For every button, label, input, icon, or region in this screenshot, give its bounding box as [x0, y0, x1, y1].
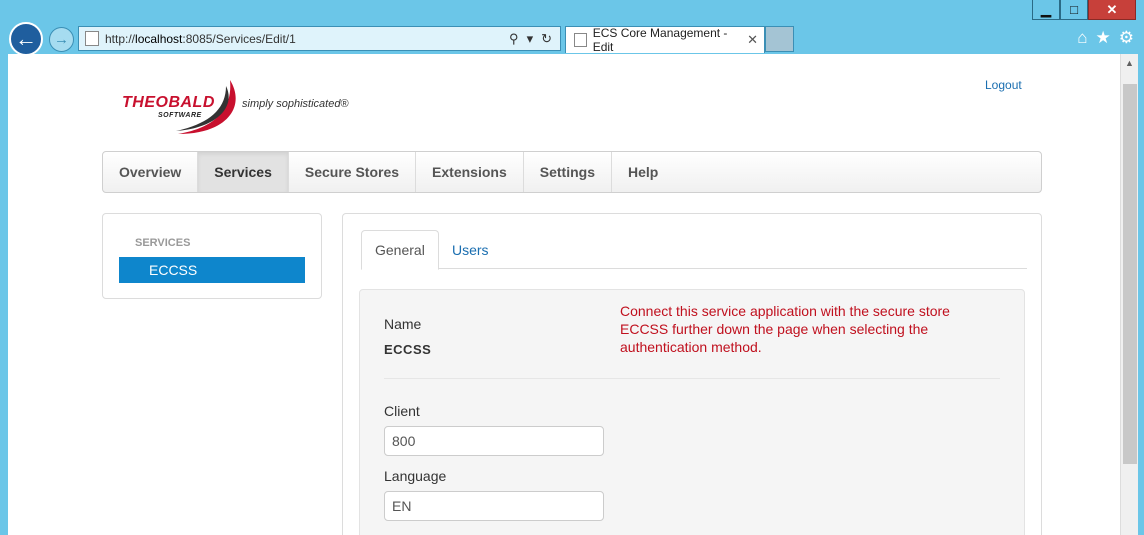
url-host: localhost: [135, 31, 183, 46]
tab-strip: General Users: [361, 230, 1027, 270]
logo-brand-text: THEOBALD: [122, 94, 215, 111]
language-input[interactable]: EN: [384, 491, 604, 521]
language-label: Language: [384, 468, 447, 484]
url-prefix: http://: [105, 31, 136, 46]
browser-chrome: ▁ □ ✕ ← → http://localhost:8085/Services…: [0, 0, 1144, 56]
main-navbar: Overview Services Secure Stores Extensio…: [102, 151, 1042, 193]
form-divider: [384, 378, 1000, 379]
nav-item-services[interactable]: Services: [198, 152, 289, 192]
nav-item-overview[interactable]: Overview: [103, 152, 199, 192]
dropdown-icon[interactable]: ▾: [527, 31, 534, 47]
maximize-button[interactable]: □: [1060, 0, 1088, 20]
sidebar-item-eccss[interactable]: ECCSS: [119, 257, 305, 283]
nav-item-extensions[interactable]: Extensions: [416, 152, 524, 192]
tab-general[interactable]: General: [361, 230, 439, 270]
name-value: ECCSS: [384, 342, 432, 357]
window-controls: ▁ □ ✕: [1032, 0, 1136, 20]
theobald-logo[interactable]: THEOBALD SOFTWARE simply sophisticated®: [118, 76, 378, 138]
general-form: Name ECCSS Connect this service applicat…: [359, 289, 1025, 535]
forward-arrow-icon[interactable]: →: [49, 27, 74, 52]
address-tools: ⚲ ▾ ↻: [509, 31, 552, 47]
close-window-button[interactable]: ✕: [1088, 0, 1136, 20]
gear-icon[interactable]: ⚙: [1119, 28, 1134, 48]
back-arrow-icon[interactable]: ←: [9, 22, 43, 56]
home-icon[interactable]: ⌂: [1077, 28, 1087, 48]
browser-toolbar-right: ⌂ ★ ⚙: [1077, 28, 1134, 48]
url-rest: :8085/Services/Edit/1: [182, 31, 296, 46]
nav-item-help[interactable]: Help: [612, 152, 674, 192]
scroll-up-icon[interactable]: ▲: [1121, 54, 1138, 72]
url-text[interactable]: http://localhost:8085/Services/Edit/1: [105, 32, 509, 46]
nav-item-settings[interactable]: Settings: [524, 152, 612, 192]
new-tab-button[interactable]: [765, 26, 794, 52]
service-edit-panel: General Users Name ECCSS Connect this se…: [342, 213, 1042, 535]
tab-title: ECS Core Management - Edit: [592, 26, 728, 54]
client-label: Client: [384, 403, 420, 419]
client-input[interactable]: 800: [384, 426, 604, 456]
close-tab-icon[interactable]: ✕: [747, 32, 758, 48]
name-label: Name: [384, 316, 422, 332]
address-bar[interactable]: http://localhost:8085/Services/Edit/1 ⚲ …: [78, 26, 561, 51]
page-icon: [85, 31, 99, 46]
page-viewport: THEOBALD SOFTWARE simply sophisticated® …: [8, 54, 1120, 535]
nav-item-secure-stores[interactable]: Secure Stores: [289, 152, 417, 192]
search-icon[interactable]: ⚲: [509, 31, 519, 47]
scroll-thumb[interactable]: [1123, 84, 1137, 464]
logo-sub-text: SOFTWARE: [158, 112, 202, 119]
logout-link[interactable]: Logout: [985, 78, 1022, 92]
minimize-button[interactable]: ▁: [1032, 0, 1060, 20]
favorites-star-icon[interactable]: ★: [1096, 28, 1111, 48]
sidebar-heading: SERVICES: [135, 237, 191, 249]
services-sidebar: SERVICES ECCSS: [102, 213, 322, 299]
tab-users[interactable]: Users: [439, 230, 502, 269]
vertical-scrollbar[interactable]: ▲: [1120, 54, 1138, 535]
secure-store-note: Connect this service application with th…: [620, 303, 950, 355]
refresh-icon[interactable]: ↻: [541, 31, 552, 47]
logo-tagline: simply sophisticated®: [242, 98, 349, 110]
browser-tab[interactable]: ECS Core Management - Edit ✕: [565, 26, 765, 54]
tab-page-icon: [574, 33, 587, 47]
